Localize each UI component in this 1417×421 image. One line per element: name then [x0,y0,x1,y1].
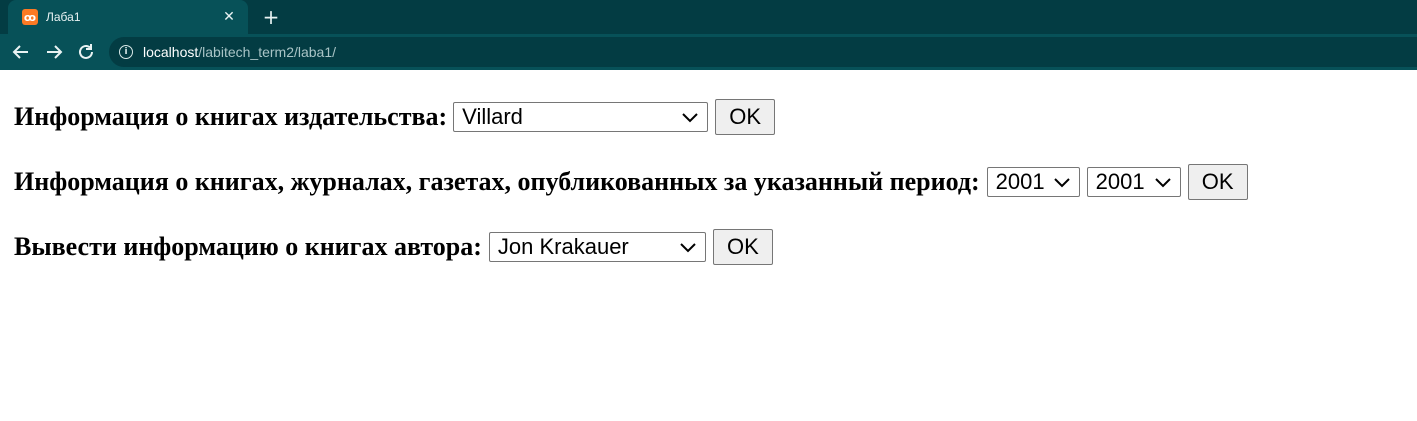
tab-bar: ꝏ Лаба1 ✕ + [0,0,1417,34]
author-form: Вывести информацию о книгах автора: Jon … [14,229,773,265]
chevron-down-icon [1154,178,1171,188]
chevron-down-icon [680,243,696,253]
close-icon[interactable]: ✕ [220,10,238,24]
reload-icon[interactable] [74,40,98,64]
address-bar[interactable]: i localhost/labitech_term2/laba1/ [109,37,1417,67]
browser-tab[interactable]: ꝏ Лаба1 ✕ [8,0,248,34]
period-from-select[interactable]: 2001 [986,167,1080,197]
chevron-down-icon [682,113,698,123]
period-to-select[interactable]: 2001 [1086,167,1181,197]
info-icon[interactable]: i [119,45,133,59]
publisher-label: Информация о книгах издательства: [14,102,448,131]
author-select-value: Jon Krakauer [497,234,629,259]
period-label: Информация о книгах, журналах, газетах, … [14,167,980,196]
publisher-select-value: Villard [462,104,523,129]
period-to-value: 2001 [1095,169,1145,194]
period-ok-button[interactable]: OK [1187,164,1248,200]
xampp-favicon-icon: ꝏ [22,9,38,25]
author-select[interactable]: Jon Krakauer [488,232,706,262]
publisher-ok-button[interactable]: OK [715,99,776,135]
tab-title: Лаба1 [46,10,81,24]
arrow-left-icon[interactable] [9,40,33,64]
author-label: Вывести информацию о книгах автора: [14,232,482,261]
new-tab-plus-icon[interactable]: + [260,6,282,28]
publisher-select[interactable]: Villard [453,102,709,132]
url-text[interactable]: localhost/labitech_term2/laba1/ [143,44,336,60]
browser-toolbar: i localhost/labitech_term2/laba1/ [0,34,1417,70]
period-form: Информация о книгах, журналах, газетах, … [14,164,1248,200]
arrow-right-icon[interactable] [42,40,66,64]
period-from-value: 2001 [995,169,1045,194]
chevron-down-icon [1053,178,1070,188]
author-ok-button[interactable]: OK [712,229,773,265]
publisher-form: Информация о книгах издательства: Villar… [14,99,776,135]
